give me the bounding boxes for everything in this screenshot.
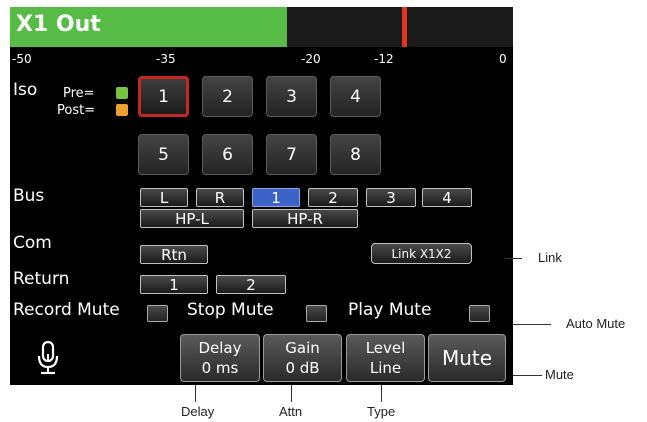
iso-button-1[interactable]: 1 bbox=[138, 76, 189, 117]
link-callout-label: Link bbox=[538, 250, 562, 265]
bus-button-l[interactable]: L bbox=[140, 188, 188, 207]
mute-button-label: Mute bbox=[441, 346, 493, 370]
peak-marker bbox=[402, 7, 407, 47]
link-callout-line bbox=[505, 258, 522, 259]
level-button[interactable]: Level Line bbox=[346, 334, 425, 382]
iso-button-2[interactable]: 2 bbox=[202, 76, 253, 117]
return-button-1[interactable]: 1 bbox=[140, 275, 208, 294]
iso-button-8[interactable]: 8 bbox=[330, 134, 381, 175]
iso-button-3[interactable]: 3 bbox=[266, 76, 317, 117]
delay-callout-label: Delay bbox=[181, 404, 215, 419]
iso-button-7[interactable]: 7 bbox=[266, 134, 317, 175]
return-button-2[interactable]: 2 bbox=[216, 275, 286, 294]
output-title: X1 Out bbox=[16, 12, 101, 37]
auto-mute-callout-label: Auto Mute bbox=[566, 316, 626, 331]
play-mute-checkbox[interactable] bbox=[469, 305, 490, 322]
stop-mute-label: Stop Mute bbox=[187, 300, 274, 320]
record-mute-checkbox[interactable] bbox=[147, 305, 168, 322]
bus-button-2[interactable]: 2 bbox=[308, 188, 358, 207]
stop-mute-checkbox[interactable] bbox=[306, 305, 327, 322]
pre-legend-label: Pre= bbox=[63, 86, 95, 101]
com-return-button[interactable]: Rtn bbox=[140, 245, 208, 264]
bus-button-1[interactable]: 1 bbox=[252, 188, 300, 207]
pre-color-swatch bbox=[116, 87, 128, 99]
meter-scale-label: -12 bbox=[374, 52, 394, 66]
level-button-value: Line bbox=[369, 359, 402, 377]
mute-button[interactable]: Mute bbox=[428, 334, 506, 382]
device-screen: X1 Out -50 -35 -20 -12 0 Iso Pre= Post= … bbox=[10, 7, 513, 385]
attn-callout-line bbox=[291, 385, 292, 402]
bus-button-hp-l[interactable]: HP-L bbox=[140, 209, 244, 228]
bus-button-r[interactable]: R bbox=[196, 188, 244, 207]
microphone-icon[interactable] bbox=[36, 340, 60, 380]
meter-scale-label: -20 bbox=[301, 52, 321, 66]
type-callout-label: Type bbox=[367, 404, 396, 419]
play-mute-label: Play Mute bbox=[348, 300, 432, 320]
auto-mute-callout-line bbox=[513, 324, 551, 325]
post-color-swatch bbox=[116, 104, 128, 116]
delay-button[interactable]: Delay 0 ms bbox=[180, 334, 260, 382]
com-label: Com bbox=[13, 233, 52, 253]
iso-button-4[interactable]: 4 bbox=[330, 76, 381, 117]
delay-button-label: Delay bbox=[198, 339, 242, 357]
bus-button-4[interactable]: 4 bbox=[422, 188, 472, 207]
delay-callout-line bbox=[195, 385, 196, 402]
iso-label: Iso bbox=[13, 80, 38, 100]
bus-label: Bus bbox=[13, 186, 45, 206]
bus-button-3[interactable]: 3 bbox=[366, 188, 416, 207]
delay-button-value: 0 ms bbox=[201, 359, 239, 377]
gain-button-label: Gain bbox=[285, 339, 320, 357]
meter-scale-label: 0 bbox=[499, 52, 507, 66]
attn-callout-label: Attn bbox=[279, 404, 303, 419]
mute-callout-label: Mute bbox=[545, 367, 574, 382]
bus-button-hp-r[interactable]: HP-R bbox=[252, 209, 358, 228]
mute-callout-line bbox=[513, 375, 542, 376]
meter-scale-label: -35 bbox=[156, 52, 176, 66]
level-button-label: Level bbox=[365, 339, 406, 357]
link-x1x2-button[interactable]: Link X1X2 bbox=[371, 243, 472, 264]
record-mute-label: Record Mute bbox=[13, 300, 120, 320]
gain-button-value: 0 dB bbox=[285, 359, 320, 377]
meter-scale-label: -50 bbox=[12, 52, 32, 66]
type-callout-line bbox=[381, 385, 382, 402]
level-meter-track bbox=[287, 7, 513, 47]
iso-button-6[interactable]: 6 bbox=[202, 134, 253, 175]
post-legend-label: Post= bbox=[57, 103, 96, 118]
gain-button[interactable]: Gain 0 dB bbox=[263, 334, 342, 382]
return-label: Return bbox=[13, 269, 70, 289]
iso-button-5[interactable]: 5 bbox=[138, 134, 189, 175]
